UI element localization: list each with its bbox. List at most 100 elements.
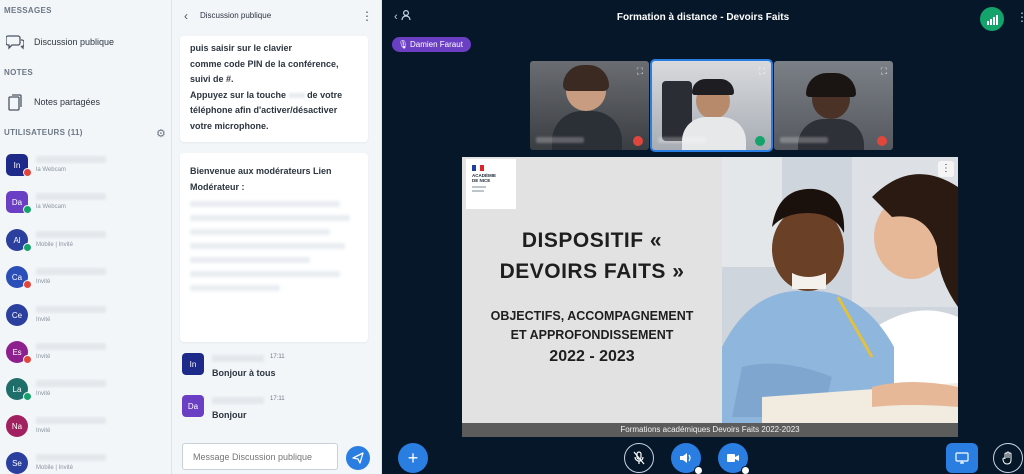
system-message-line: puis saisir sur le clavier bbox=[190, 43, 293, 53]
redacted-line bbox=[190, 271, 340, 277]
slide-subtitle: OBJECTIFS, ACCOMPAGNEMENT ET APPROFONDIS… bbox=[462, 307, 722, 345]
audio-button[interactable] bbox=[671, 443, 703, 474]
welcome-line: Bienvenue aux modérateurs Lien bbox=[190, 166, 332, 176]
user-list-item[interactable]: Al Mobile | Invité bbox=[4, 229, 171, 259]
speaker-icon bbox=[680, 453, 691, 463]
avatar: In bbox=[182, 353, 204, 375]
user-status: la Webcam bbox=[36, 167, 66, 173]
presentation-slide: ACADÉMIE DE NICE DISPOSITIF « DEVOIRS FA… bbox=[462, 157, 958, 437]
shared-notes-label: Notes partagées bbox=[34, 97, 101, 107]
user-list-item[interactable]: Se Mobile | Invité bbox=[4, 452, 171, 474]
redacted-line bbox=[190, 285, 280, 291]
slide-subtitle-line: ET APPROFONDISSEMENT bbox=[510, 328, 674, 342]
raise-hand-button[interactable] bbox=[993, 443, 1023, 473]
users-header: UTILISATEURS (11) bbox=[4, 128, 83, 137]
microphone-icon: 🎙 bbox=[398, 40, 409, 49]
mic-status-icon bbox=[23, 168, 32, 177]
user-list-item[interactable]: Ca Invité bbox=[4, 266, 171, 296]
public-chat-item[interactable]: Discussion publique bbox=[4, 31, 114, 53]
notes-icon bbox=[4, 91, 26, 113]
moderator-welcome-card: Bienvenue aux modérateurs Lien Modérateu… bbox=[180, 153, 368, 342]
webcam-tile[interactable]: ⛶ bbox=[774, 61, 893, 150]
public-chat-label: Discussion publique bbox=[34, 37, 115, 47]
redacted-line bbox=[190, 229, 330, 235]
system-message-fragment: Appuyez sur la touche bbox=[190, 89, 287, 100]
muted-mic-icon bbox=[633, 136, 643, 146]
chat-message-input[interactable] bbox=[182, 443, 338, 470]
slide-title-line: DISPOSITIF « bbox=[521, 229, 663, 252]
expand-icon[interactable]: ⛶ bbox=[759, 66, 765, 77]
redacted-line bbox=[190, 201, 340, 207]
system-message-fragment: de votre bbox=[307, 89, 343, 100]
slide-title: DISPOSITIF « DEVOIRS FAITS » bbox=[462, 225, 722, 287]
muted-mic-icon bbox=[877, 136, 887, 146]
redacted-user-name bbox=[36, 268, 106, 275]
redacted-user-name bbox=[36, 156, 106, 163]
slide-footer: Formations académiques Devoirs Faits 202… bbox=[462, 423, 958, 437]
chat-header: ‹ Discussion publique ⋮ bbox=[172, 0, 382, 32]
french-flag-icon bbox=[472, 165, 484, 171]
more-options-icon[interactable]: ⋮ bbox=[1016, 10, 1024, 24]
user-list-item[interactable]: In la Webcam bbox=[4, 154, 171, 184]
redacted-user-name bbox=[36, 343, 106, 350]
system-message-card: puis saisir sur le clavier comme code PI… bbox=[180, 36, 368, 142]
mic-status-icon bbox=[23, 355, 32, 364]
monitor-icon bbox=[955, 452, 969, 464]
avatar: Ce bbox=[6, 304, 28, 326]
more-options-icon[interactable]: ⋮ bbox=[361, 9, 373, 23]
mic-status-icon bbox=[23, 280, 32, 289]
screenshare-button[interactable] bbox=[946, 443, 978, 473]
expand-icon[interactable]: ⛶ bbox=[881, 66, 887, 77]
academy-logo: ACADÉMIE DE NICE bbox=[466, 159, 516, 209]
redacted-user-name bbox=[36, 380, 106, 387]
redacted-line bbox=[190, 215, 350, 221]
system-message-line-phone: Appuyez sur la touche de votre bbox=[180, 88, 368, 104]
user-list-item[interactable]: Ce Invité bbox=[4, 304, 171, 334]
redacted-user-name bbox=[36, 454, 106, 461]
redacted-line bbox=[190, 243, 345, 249]
mic-icon bbox=[755, 136, 765, 146]
message-time: 17:11 bbox=[270, 354, 285, 360]
user-status: Mobile | Invité bbox=[36, 242, 73, 248]
avatar: Da bbox=[182, 395, 204, 417]
gear-icon[interactable]: ⚙ bbox=[156, 127, 166, 140]
shared-notes-item[interactable]: Notes partagées bbox=[4, 91, 100, 113]
user-list-item[interactable]: La Invité bbox=[4, 378, 171, 408]
system-message-line: votre microphone. bbox=[190, 120, 269, 131]
slide-photo bbox=[722, 157, 958, 423]
user-list-item[interactable]: Da la Webcam bbox=[4, 191, 171, 221]
webcam-tile[interactable]: ⛶ bbox=[650, 59, 773, 152]
user-status: Invité bbox=[36, 354, 51, 360]
system-message-line: téléphone afin d'activer/désactiver bbox=[190, 105, 338, 115]
notes-header: NOTES bbox=[4, 68, 34, 77]
messages-header: MESSAGES bbox=[4, 6, 52, 15]
webcam-button[interactable] bbox=[718, 443, 750, 474]
actions-button[interactable]: + bbox=[398, 443, 428, 473]
chevron-left-icon[interactable]: ‹ bbox=[184, 9, 188, 23]
mic-status-icon bbox=[23, 392, 32, 401]
talking-indicator: 🎙 Damien Faraut bbox=[392, 37, 471, 52]
send-icon bbox=[352, 452, 364, 464]
redacted-name bbox=[536, 137, 584, 143]
mic-status-icon bbox=[23, 205, 32, 214]
chat-title: Discussion publique bbox=[200, 11, 272, 20]
students-photo bbox=[722, 157, 958, 423]
main-area: ‹ Formation à distance - Devoirs Faits ⋮… bbox=[382, 0, 1024, 474]
chat-bubble-icon bbox=[4, 31, 26, 53]
user-list-item[interactable]: Es Invité bbox=[4, 341, 171, 371]
expand-icon[interactable]: ⛶ bbox=[637, 66, 643, 77]
redacted-key bbox=[288, 92, 305, 98]
webcam-tile[interactable]: ⛶ bbox=[530, 61, 649, 150]
camera-icon bbox=[727, 454, 739, 462]
avatar: Na bbox=[6, 415, 28, 437]
user-list-item[interactable]: Na Invité bbox=[4, 415, 171, 445]
mute-button[interactable] bbox=[624, 443, 654, 473]
redacted-user-name bbox=[36, 231, 106, 238]
presentation-options-icon[interactable]: ⋮ bbox=[938, 161, 954, 177]
message-text: Bonjour à tous bbox=[212, 368, 276, 378]
meeting-title: Formation à distance - Devoirs Faits bbox=[616, 12, 790, 23]
send-button[interactable] bbox=[346, 446, 370, 470]
slide-text-area: ACADÉMIE DE NICE DISPOSITIF « DEVOIRS FA… bbox=[462, 157, 722, 423]
connection-status-icon[interactable] bbox=[980, 7, 1004, 31]
user-status: Mobile | Invité bbox=[36, 465, 73, 471]
